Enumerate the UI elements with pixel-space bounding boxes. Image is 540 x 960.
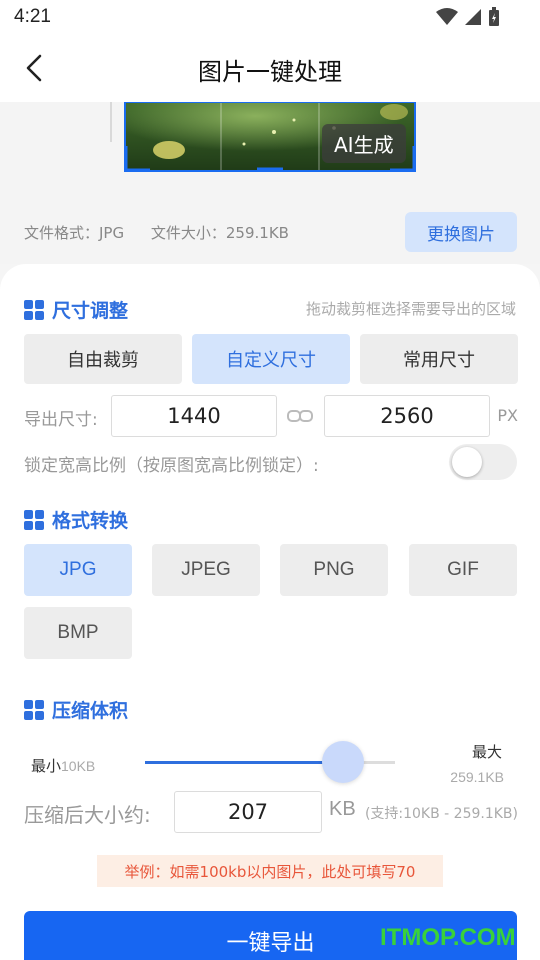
compress-slider[interactable] bbox=[145, 741, 395, 783]
status-time: 4:21 bbox=[14, 6, 51, 27]
compress-target-label: 压缩后大小约: bbox=[24, 803, 151, 827]
export-size-row: 导出尺寸: 1440 2560 PX bbox=[24, 395, 518, 437]
format-option-gif[interactable]: GIF bbox=[409, 544, 517, 596]
slider-handle[interactable] bbox=[321, 741, 364, 783]
width-input[interactable]: 1440 bbox=[111, 395, 277, 437]
compress-slider-row: 最小10KB 最大 259.1KB bbox=[24, 738, 518, 798]
tab-free-crop[interactable]: 自由裁剪 bbox=[24, 334, 182, 384]
format-section-title: 格式转换 bbox=[52, 510, 129, 532]
height-input[interactable]: 2560 bbox=[324, 395, 490, 437]
preview-divider bbox=[110, 102, 112, 142]
size-section-title: 尺寸调整 bbox=[52, 300, 129, 322]
size-section-header: 尺寸调整 bbox=[24, 296, 128, 323]
slider-min-label: 最小10KB bbox=[31, 757, 96, 775]
lock-ratio-toggle[interactable] bbox=[449, 444, 517, 480]
compress-tip: 举例：如需100kb以内图片，此处可填写70 bbox=[97, 855, 443, 887]
grid-icon bbox=[24, 509, 44, 530]
file-size: 文件大小：259.1KB bbox=[150, 224, 289, 242]
settings-panel: 尺寸调整 拖动裁剪框选择需要导出的区域 自由裁剪 自定义尺寸 常用尺寸 导出尺寸… bbox=[0, 264, 540, 960]
tab-custom-size[interactable]: 自定义尺寸 bbox=[192, 334, 350, 384]
slider-min-value: 10KB bbox=[61, 758, 96, 774]
format-option-jpg[interactable]: JPG bbox=[24, 544, 132, 596]
slider-max-value: 259.1KB bbox=[450, 769, 504, 785]
preview-area: AI生成 文件格式：JPG 文件大小：259.1KB 更换图片 bbox=[0, 101, 540, 264]
compress-range-hint: (支持:10KB - 259.1KB) bbox=[364, 806, 518, 822]
page-title: 图片一键处理 bbox=[198, 58, 342, 86]
battery-icon bbox=[489, 7, 499, 26]
link-icon[interactable] bbox=[287, 407, 313, 425]
status-icons bbox=[436, 7, 500, 27]
slider-fill bbox=[145, 761, 343, 764]
compress-section-header: 压缩体积 bbox=[24, 696, 128, 723]
size-mode-tabs: 自由裁剪 自定义尺寸 常用尺寸 bbox=[24, 334, 518, 384]
format-section-header: 格式转换 bbox=[24, 506, 128, 533]
wifi-icon bbox=[436, 8, 458, 25]
compress-target-row: 压缩后大小约: 207 KB (支持:10KB - 259.1KB) bbox=[24, 791, 518, 833]
format-option-png[interactable]: PNG bbox=[280, 544, 388, 596]
px-unit-label: PX bbox=[497, 406, 518, 425]
compress-target-input[interactable]: 207 bbox=[174, 791, 322, 833]
status-bar: 4:21 bbox=[0, 0, 540, 36]
grid-icon bbox=[24, 299, 44, 320]
slider-max-label: 最大 bbox=[471, 743, 502, 761]
watermark: ITMOP.COM bbox=[380, 924, 516, 951]
file-info: 文件格式：JPG 文件大小：259.1KB bbox=[24, 222, 311, 243]
file-format: 文件格式：JPG bbox=[24, 224, 125, 242]
ai-generated-badge: AI生成 bbox=[322, 124, 406, 163]
signal-icon bbox=[465, 9, 481, 25]
title-bar: 图片一键处理 bbox=[0, 36, 540, 102]
lock-ratio-label: 锁定宽高比例（按原图宽高比例锁定）: bbox=[24, 456, 319, 476]
tab-common-size[interactable]: 常用尺寸 bbox=[360, 334, 518, 384]
format-option-bmp[interactable]: BMP bbox=[24, 607, 132, 659]
compress-section-title: 压缩体积 bbox=[52, 700, 129, 722]
format-option-jpeg[interactable]: JPEG bbox=[152, 544, 260, 596]
grid-icon bbox=[24, 699, 44, 720]
toggle-knob bbox=[452, 447, 482, 477]
export-size-label: 导出尺寸: bbox=[24, 410, 98, 430]
crop-hint: 拖动裁剪框选择需要导出的区域 bbox=[305, 300, 516, 318]
change-image-button[interactable]: 更换图片 bbox=[405, 212, 517, 252]
compress-unit: KB bbox=[329, 798, 356, 820]
